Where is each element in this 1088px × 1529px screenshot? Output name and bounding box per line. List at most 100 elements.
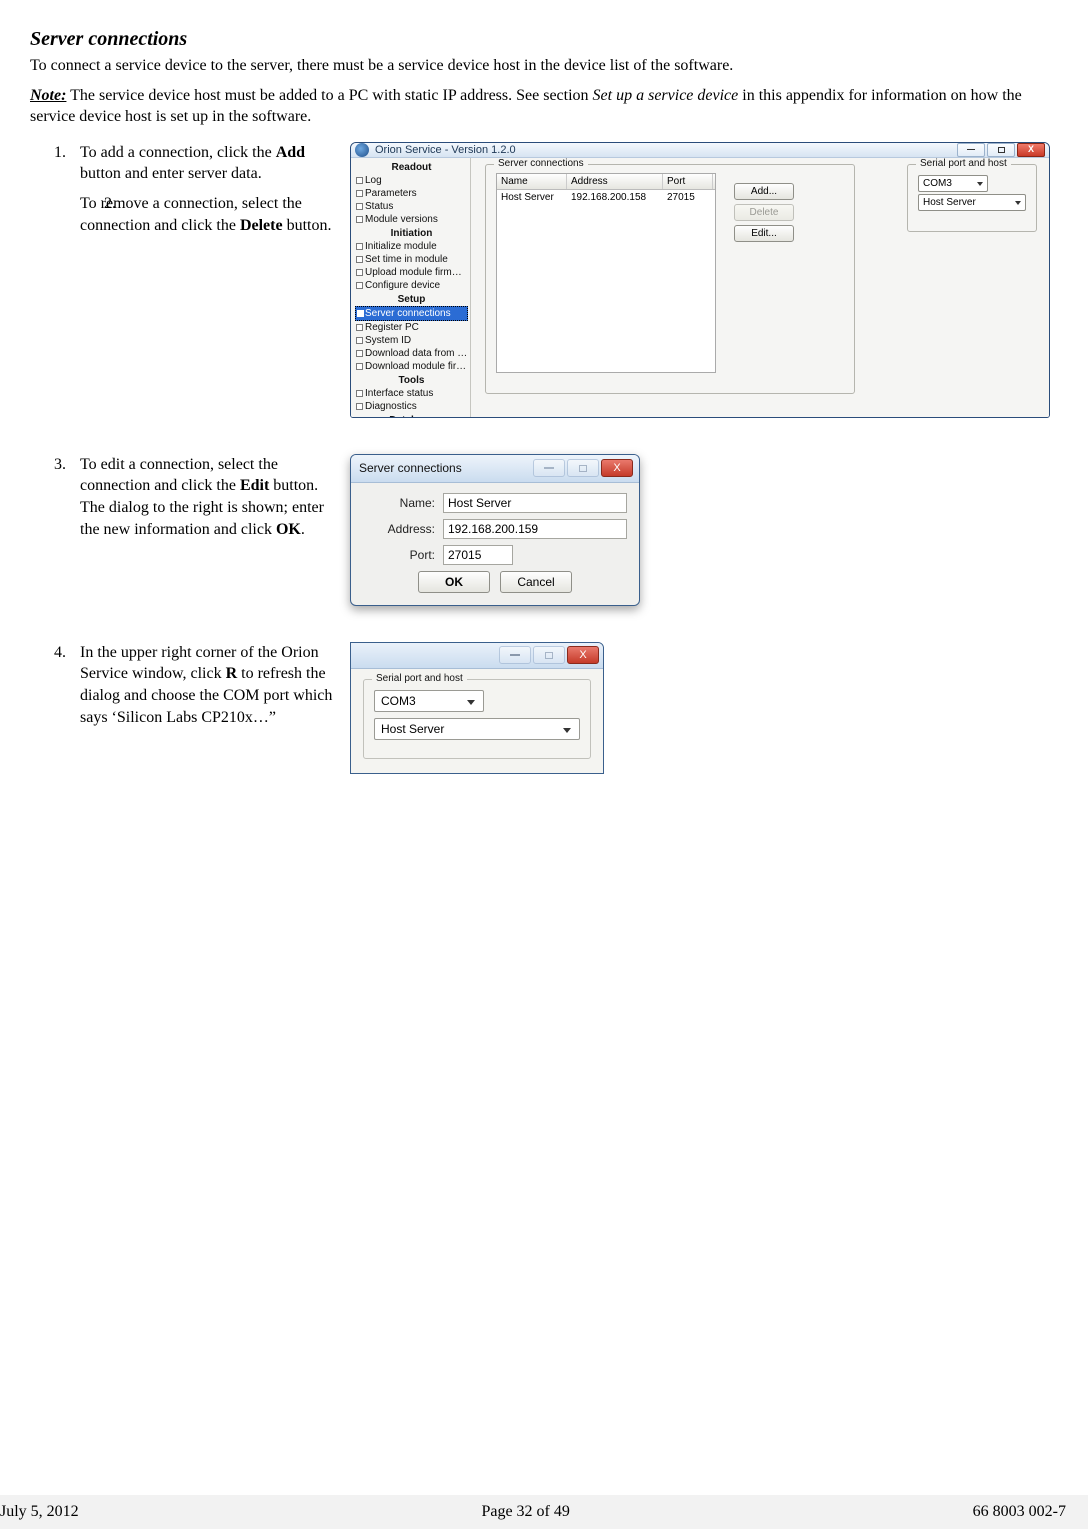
tree-item-initialize-module[interactable]: Initialize module xyxy=(355,240,468,253)
tree-item-download-data[interactable]: Download data from server xyxy=(355,347,468,360)
address-label: Address: xyxy=(363,522,435,536)
connections-table[interactable]: Name Address Port Host Server 192.168.20… xyxy=(496,173,716,373)
tree-item-interface-status[interactable]: Interface status xyxy=(355,387,468,400)
server-connections-legend: Server connections xyxy=(494,158,588,169)
corner-maximize-button[interactable] xyxy=(533,646,565,664)
serial-port-legend: Serial port and host xyxy=(916,158,1011,169)
note-text-1: The service device host must be added to… xyxy=(66,87,592,104)
tree-header-tools: Tools xyxy=(355,373,468,387)
tree-item-register-pc[interactable]: Register PC xyxy=(355,321,468,334)
footer-docnum: 66 8003 002-7 xyxy=(973,1503,1066,1521)
tree-item-parameters[interactable]: Parameters xyxy=(355,187,468,200)
step-4-bold: R xyxy=(226,665,238,682)
tree-item-module-versions[interactable]: Module versions xyxy=(355,213,468,226)
host-dropdown[interactable]: Host Server xyxy=(918,194,1026,211)
tree-header-initiation: Initiation xyxy=(355,226,468,240)
minimize-icon xyxy=(967,149,975,150)
ok-button[interactable]: OK xyxy=(418,571,490,593)
step-3-number: 3. xyxy=(54,454,66,476)
step-1-text-1: To add a connection, click the xyxy=(80,144,276,161)
step-2-number: 2. xyxy=(104,193,116,215)
delete-button[interactable]: Delete xyxy=(734,204,794,221)
maximize-icon xyxy=(998,147,1005,153)
note-paragraph: Note: The service device host must be ad… xyxy=(30,85,1058,128)
dialog-title: Server connections xyxy=(357,461,531,475)
col-header-name[interactable]: Name xyxy=(497,174,567,189)
note-label: Note: xyxy=(30,87,66,104)
cancel-button[interactable]: Cancel xyxy=(500,571,572,593)
close-icon: X xyxy=(613,462,620,474)
dialog-minimize-button xyxy=(533,459,565,477)
col-header-address[interactable]: Address xyxy=(567,174,663,189)
close-icon: X xyxy=(1028,145,1034,154)
cell-address: 192.168.200.158 xyxy=(567,190,663,205)
server-connections-panel: Server connections Name Address Port Hos… xyxy=(485,164,855,394)
corner-close-button[interactable]: X xyxy=(567,646,599,664)
tree-item-status[interactable]: Status xyxy=(355,200,468,213)
step-3-text-3: . xyxy=(301,521,305,538)
port-label: Port: xyxy=(363,548,435,562)
table-row[interactable]: Host Server 192.168.200.158 27015 xyxy=(497,190,715,205)
page-title: Server connections xyxy=(30,28,1058,51)
edit-connection-dialog: Server connections X Name: Address: xyxy=(350,454,640,606)
maximize-button[interactable] xyxy=(987,143,1015,157)
maximize-icon xyxy=(545,652,553,659)
tree-item-system-id[interactable]: System ID xyxy=(355,334,468,347)
col-header-port[interactable]: Port xyxy=(663,174,713,189)
tree-item-log[interactable]: Log xyxy=(355,174,468,187)
tree-item-download-firmware[interactable]: Download module firmware xyxy=(355,360,468,373)
name-field[interactable] xyxy=(443,493,627,513)
footer-date: July 5, 2012 xyxy=(0,1503,79,1521)
tree-item-configure-device[interactable]: Configure device xyxy=(355,279,468,292)
com-port-dropdown[interactable]: COM3 xyxy=(918,175,988,192)
serial-port-corner: X Serial port and host COM3 Host Server xyxy=(350,642,604,774)
footer-page: Page 32 of 49 xyxy=(481,1503,569,1521)
step-4-number: 4. xyxy=(54,642,66,664)
step-1: 1. To add a connection, click the Add bu… xyxy=(80,142,340,185)
corner-titlebar: X xyxy=(351,643,603,669)
note-italic-ref: Set up a service device xyxy=(593,87,739,104)
serial-port-panel-2: Serial port and host COM3 Host Server xyxy=(363,679,591,759)
name-label: Name: xyxy=(363,496,435,510)
tree-item-upload-firmware[interactable]: Upload module firmware xyxy=(355,266,468,279)
tree-item-set-time[interactable]: Set time in module xyxy=(355,253,468,266)
address-field[interactable] xyxy=(443,519,627,539)
window-titlebar: Orion Service - Version 1.2.0 X xyxy=(351,143,1049,158)
step-2: 2. To remove a connection, select the co… xyxy=(80,193,340,236)
step-2-bold: Delete xyxy=(240,217,283,234)
dialog-titlebar: Server connections X xyxy=(351,455,639,483)
minimize-icon xyxy=(544,467,554,469)
close-icon: X xyxy=(579,649,586,661)
serial-port-panel: Serial port and host COM3 Host Server xyxy=(907,164,1037,232)
step-3-bold-1: Edit xyxy=(240,477,269,494)
corner-minimize-button[interactable] xyxy=(499,646,531,664)
tree-item-diagnostics[interactable]: Diagnostics xyxy=(355,400,468,413)
dialog-maximize-button xyxy=(567,459,599,477)
port-field[interactable] xyxy=(443,545,513,565)
step-2-text-2: button. xyxy=(283,217,332,234)
step-3-bold-2: OK xyxy=(276,521,301,538)
maximize-icon xyxy=(579,465,587,472)
intro-paragraph: To connect a service device to the serve… xyxy=(30,55,1058,77)
edit-button[interactable]: Edit... xyxy=(734,225,794,242)
tree-item-server-connections[interactable]: Server connections xyxy=(355,306,468,321)
app-icon xyxy=(355,143,369,157)
tree-header-readout: Readout xyxy=(355,160,468,174)
step-1-text-2: button and enter server data. xyxy=(80,165,262,182)
orion-service-window: Orion Service - Version 1.2.0 X Readout … xyxy=(350,142,1050,418)
step-1-bold: Add xyxy=(276,144,305,161)
serial-port-legend-2: Serial port and host xyxy=(372,673,467,684)
window-title: Orion Service - Version 1.2.0 xyxy=(375,144,955,156)
dialog-close-button[interactable]: X xyxy=(601,459,633,477)
host-dropdown-2[interactable]: Host Server xyxy=(374,718,580,740)
tree-header-setup: Setup xyxy=(355,292,468,306)
tree-header-database: Database xyxy=(355,413,468,418)
add-button[interactable]: Add... xyxy=(734,183,794,200)
minimize-button[interactable] xyxy=(957,143,985,157)
cell-port: 27015 xyxy=(663,190,713,205)
com-port-dropdown-2[interactable]: COM3 xyxy=(374,690,484,712)
close-button[interactable]: X xyxy=(1017,143,1045,157)
cell-name: Host Server xyxy=(497,190,567,205)
step-1-number: 1. xyxy=(54,142,66,164)
minimize-icon xyxy=(510,654,520,656)
